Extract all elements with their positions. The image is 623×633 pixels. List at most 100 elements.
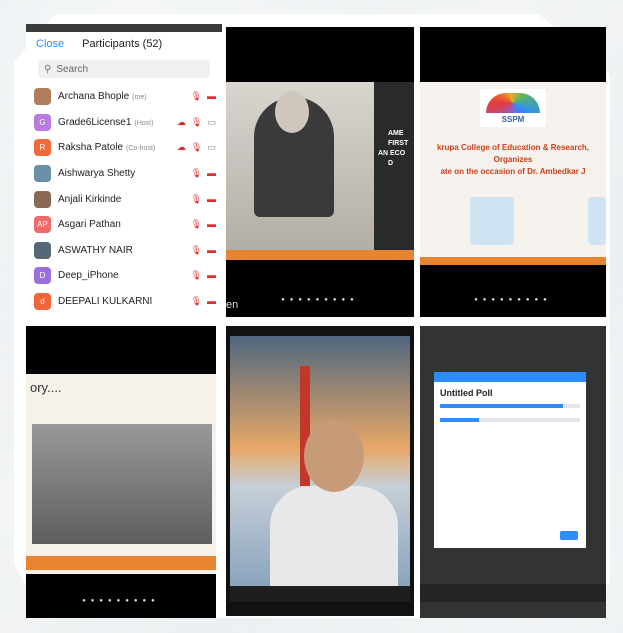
camera-off-icon: ▬	[207, 91, 216, 102]
participant-status: ☁ 🎙 ▭	[177, 117, 216, 128]
status-bar	[26, 24, 222, 32]
poll-result-bar	[440, 404, 580, 408]
camera-icon: ▭	[207, 116, 216, 127]
slide-text-panel: AME FIRST AN ECO D	[374, 82, 414, 250]
avatar: G	[34, 113, 51, 131]
logo-arc-icon	[486, 93, 540, 113]
participant-name: Asgari Pathan	[58, 219, 121, 231]
avatar	[34, 190, 51, 208]
camera-off-icon: ▬	[207, 296, 216, 307]
mic-muted-icon: 🎙	[191, 116, 203, 127]
participant-status: 🎙 ▬	[191, 270, 216, 281]
logo-text: SSPM	[501, 115, 525, 124]
meeting-toolbar[interactable]	[420, 584, 606, 602]
participant-status: 🎙 ▬	[191, 296, 216, 307]
participant-name: Deep_iPhone	[58, 270, 119, 282]
search-input[interactable]: ⚲ Search	[38, 60, 210, 78]
slide-footer-bar	[226, 250, 414, 260]
camera-off-icon: ▬	[207, 244, 216, 255]
mic-muted-icon: 🎙	[190, 244, 202, 255]
participant-status: 🎙 ▬	[191, 245, 216, 256]
camera-off-icon: ▬	[207, 168, 216, 179]
person-shirt	[270, 486, 398, 586]
search-placeholder: Search	[56, 63, 89, 75]
webcam-video	[230, 336, 410, 586]
video-tile-poll[interactable]: Untitled Poll	[420, 326, 606, 618]
close-button[interactable]: Close	[36, 38, 64, 50]
page-dots: ●●●●●●●●●	[82, 598, 160, 604]
poll-window: Untitled Poll	[434, 372, 586, 548]
participant-name: Archana Bhople (me)	[58, 91, 147, 103]
sspm-logo: SSPM	[480, 89, 546, 127]
participant-status: 🎙 ▬	[191, 219, 216, 230]
avatar: D	[34, 267, 51, 285]
face	[275, 91, 309, 133]
page-dots: ●●●●●●●●●	[281, 297, 359, 303]
college-name: krupa College of Education & Research,	[436, 143, 590, 152]
participant-row[interactable]: D Deep_iPhone 🎙 ▬	[26, 263, 222, 289]
participant-row[interactable]: AP Asgari Pathan 🎙 ▬	[26, 212, 222, 238]
camera-off-icon: ▬	[207, 219, 216, 230]
avatar: R	[34, 139, 51, 157]
slide-footer-bar	[420, 257, 606, 265]
participant-status: 🎙 ▬	[191, 194, 216, 205]
participant-name: Grade6License1 (Host)	[58, 116, 154, 128]
participant-row[interactable]: ASWATHY NAIR 🎙 ▬	[26, 238, 222, 264]
search-icon: ⚲	[44, 63, 52, 75]
participant-status: 🎙 ▬	[191, 168, 216, 179]
participant-name: ASWATHY NAIR	[58, 244, 133, 256]
occasion-text: ate on the occasion of Dr. Ambedkar J	[440, 167, 586, 176]
participant-row[interactable]: Archana Bhople (me) 🎙 ▬	[26, 84, 222, 110]
slide-text-line-4: D	[388, 160, 394, 167]
avatar	[34, 241, 51, 259]
video-tile-webcam[interactable]	[226, 326, 414, 616]
avatar: AP	[34, 216, 51, 234]
camera-off-icon: ▬	[207, 270, 216, 281]
clipart-image	[470, 197, 514, 245]
slide-footer-bar	[26, 556, 216, 570]
slide-text-line-3: AN ECO	[378, 150, 406, 157]
camera-off-icon: ▬	[207, 193, 216, 204]
poll-title: Untitled Poll	[440, 388, 493, 398]
participant-name: DEEPALI KULKARNI	[58, 296, 153, 308]
participant-status: 🎙 ▬	[191, 91, 216, 102]
caption-text: en	[226, 299, 239, 311]
avatar: d	[34, 293, 51, 311]
clipart-image	[588, 197, 606, 245]
video-tile-history[interactable]: ory.... ●●●●●●●●●	[26, 326, 216, 618]
organizes-text: Organizes	[493, 155, 533, 164]
cloud-icon: ☁	[177, 116, 187, 127]
participant-name: Anjali Kirkinde	[58, 193, 122, 205]
camera-icon: ▭	[207, 142, 216, 153]
cloud-icon: ☁	[177, 142, 187, 153]
participant-row[interactable]: G Grade6License1 (Host) ☁ 🎙 ▭	[26, 110, 222, 136]
poll-result-bar	[440, 418, 580, 422]
meeting-toolbar[interactable]	[230, 586, 410, 602]
mic-muted-icon: 🎙	[190, 219, 202, 230]
video-tile-college[interactable]: SSPM krupa College of Education & Resear…	[420, 27, 606, 317]
slide-heading: ory....	[30, 380, 62, 395]
participant-list: Archana Bhople (me) 🎙 ▬ G Grade6License1 (Host…	[26, 84, 222, 314]
video-tile-ambedkar[interactable]: AME FIRST AN ECO D ●●●●●●●●● en	[226, 27, 414, 317]
group-photo	[32, 424, 212, 544]
participant-row[interactable]: R Raksha Patole (Co-host) ☁ 🎙 ▭	[26, 135, 222, 161]
slide-text-line-1: AME	[388, 130, 404, 137]
participant-row[interactable]: Anjali Kirkinde 🎙 ▬	[26, 186, 222, 212]
participants-header: Close Participants (52)	[26, 32, 222, 56]
mic-muted-icon: 🎙	[190, 270, 202, 281]
avatar	[34, 165, 51, 183]
poll-header	[434, 372, 586, 382]
mic-muted-icon: 🎙	[190, 193, 202, 204]
participants-panel: Close Participants (52) ⚲ Search Archana…	[26, 24, 222, 322]
mic-muted-icon: 🎙	[190, 168, 202, 179]
poll-button[interactable]	[560, 531, 578, 540]
avatar	[34, 88, 51, 106]
participant-row[interactable]: d DEEPALI KULKARNI 🎙 ▬	[26, 289, 222, 315]
mic-muted-icon: 🎙	[190, 91, 202, 102]
mic-muted-icon: 🎙	[191, 142, 203, 153]
participants-title: Participants (52)	[82, 38, 163, 50]
participant-row[interactable]: Aishwarya Shetty 🎙 ▬	[26, 161, 222, 187]
participant-name: Aishwarya Shetty	[58, 168, 136, 180]
person-face	[304, 420, 364, 492]
mic-muted-icon: 🎙	[190, 296, 202, 307]
